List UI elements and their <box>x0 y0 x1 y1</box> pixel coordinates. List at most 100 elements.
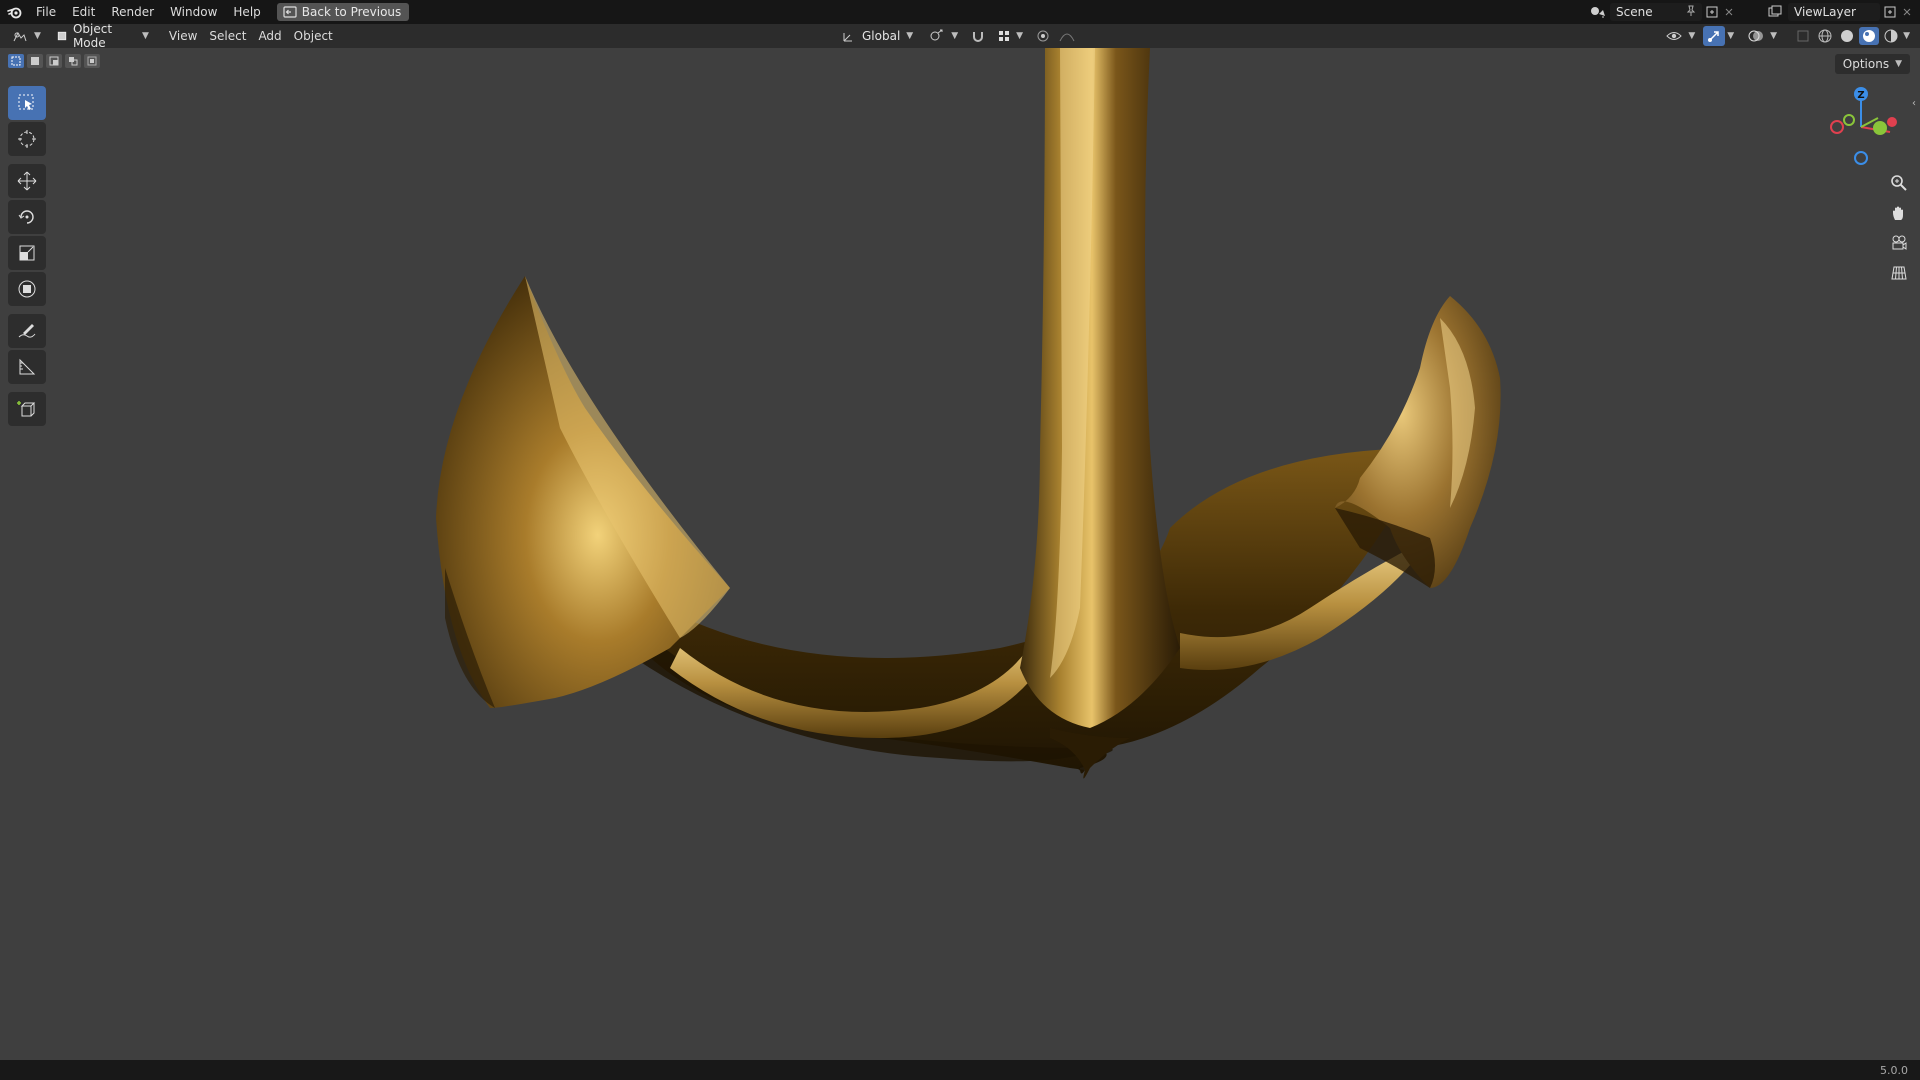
gizmo-icon <box>1708 31 1719 42</box>
add-cube-icon[interactable] <box>8 392 46 426</box>
pivot-icon <box>930 29 943 41</box>
move-icon[interactable] <box>8 164 46 198</box>
tool-shelf <box>8 86 46 428</box>
mode-difference-icon[interactable] <box>65 54 81 68</box>
editor-type-dropdown[interactable]: ▼ <box>6 26 47 46</box>
scene-name: Scene <box>1616 5 1653 19</box>
perspective-toggle-icon[interactable] <box>1886 260 1912 286</box>
pivot-point-dropdown[interactable]: ▼ <box>923 26 964 46</box>
falloff-icon[interactable] <box>1057 27 1077 45</box>
measure-icon[interactable] <box>8 350 46 384</box>
gizmo-neg-y-axis[interactable] <box>1843 114 1855 126</box>
gizmo-y-axis[interactable] <box>1873 121 1887 135</box>
pan-hand-icon[interactable] <box>1886 200 1912 226</box>
transform-tools: Global ▼ ▼ ▼ <box>836 26 1077 46</box>
gizmo-neg-x-axis[interactable] <box>1830 120 1844 134</box>
chevron-down-icon: ▼ <box>906 31 914 41</box>
material-preview-shading-icon[interactable] <box>1859 27 1880 45</box>
options-dropdown[interactable]: Options ▼ <box>1834 54 1910 74</box>
back-to-previous-button[interactable]: Back to Previous <box>276 3 410 21</box>
transform-orientation-label: Global <box>862 29 901 43</box>
editor-type-icon <box>13 31 27 42</box>
anchor-crown <box>600 448 1430 774</box>
menu-select[interactable]: Select <box>203 26 252 46</box>
overlay-icon <box>1748 30 1764 42</box>
object-mode-dropdown[interactable]: Object Mode ▼ <box>51 22 155 50</box>
scene-selector: Scene <box>1588 0 1736 24</box>
snap-target-dropdown[interactable]: ▼ <box>992 26 1029 46</box>
cursor-icon[interactable] <box>8 122 46 156</box>
menu-add[interactable]: Add <box>252 26 287 46</box>
delete-scene-icon[interactable] <box>1722 3 1736 21</box>
chevron-down-icon: ▼ <box>1895 59 1902 69</box>
menu-edit[interactable]: Edit <box>64 0 103 24</box>
menu-render[interactable]: Render <box>103 0 162 24</box>
version-label: 5.0.0 <box>1880 1063 1908 1077</box>
scene-type-icon[interactable] <box>1588 3 1608 21</box>
rotate-icon[interactable] <box>8 200 46 234</box>
chevron-down-icon: ▼ <box>1016 31 1024 41</box>
select-box-icon[interactable] <box>8 86 46 120</box>
menu-window[interactable]: Window <box>162 0 225 24</box>
gizmo-z-label: Z <box>1857 90 1864 101</box>
scale-icon[interactable] <box>8 236 46 270</box>
chevron-down-icon: ▼ <box>1688 31 1696 41</box>
viewport-nav-buttons <box>1886 170 1912 290</box>
camera-view-icon[interactable] <box>1886 230 1912 256</box>
viewlayer-name: ViewLayer <box>1794 5 1856 19</box>
viewlayer-name-field[interactable]: ViewLayer <box>1788 3 1880 21</box>
proportional-edit-icon[interactable] <box>1033 27 1053 45</box>
back-icon <box>283 6 297 18</box>
menu-file[interactable]: File <box>28 0 64 24</box>
transform-orientation-dropdown[interactable]: Global ▼ <box>836 26 919 46</box>
chevron-down-icon: ▼ <box>951 31 959 41</box>
new-viewlayer-icon[interactable] <box>1880 3 1900 21</box>
object-mode-label: Object Mode <box>72 22 113 50</box>
viewport-header: ▼ Object Mode ▼ View Select Add Object G… <box>0 22 1920 50</box>
mode-intersect-icon[interactable] <box>84 54 100 68</box>
object-mode-icon <box>57 31 67 41</box>
shading-options-chevron-icon[interactable]: ▼ <box>1903 31 1910 41</box>
solid-shading-icon[interactable] <box>1837 27 1857 45</box>
snap-grid-icon <box>999 31 1010 41</box>
gizmo-neg-z-axis[interactable] <box>1854 151 1868 165</box>
mode-extend-icon[interactable] <box>27 54 43 68</box>
delete-viewlayer-icon[interactable] <box>1900 3 1914 21</box>
mode-subtract-icon[interactable] <box>46 54 62 68</box>
visibility-dropdown[interactable]: ▼ <box>1660 26 1701 46</box>
snap-toggle-icon[interactable] <box>968 27 988 45</box>
menu-help[interactable]: Help <box>225 0 268 24</box>
zoom-icon[interactable] <box>1886 170 1912 196</box>
navigation-gizmo[interactable]: Z <box>1816 82 1906 172</box>
scene-name-field[interactable]: Scene <box>1610 3 1702 21</box>
select-mode-buttons <box>8 54 100 68</box>
anchor-shank <box>1020 48 1180 728</box>
xray-toggle-icon[interactable] <box>1793 27 1813 45</box>
wireframe-shading-icon[interactable] <box>1815 27 1835 45</box>
eye-icon <box>1666 32 1683 40</box>
3d-viewport[interactable]: Options ▼ Z ‹ <box>0 48 1920 1060</box>
mode-set-new-icon[interactable] <box>8 54 24 68</box>
viewlayer-type-icon[interactable] <box>1766 3 1786 21</box>
gizmo-x-axis[interactable] <box>1887 117 1897 127</box>
anchor-model[interactable] <box>0 48 1920 1060</box>
orientation-icon <box>843 33 852 42</box>
overlay-toggle[interactable]: ▼ <box>1742 26 1783 46</box>
menu-object[interactable]: Object <box>288 26 339 46</box>
new-scene-icon[interactable] <box>1702 3 1722 21</box>
sidebar-toggle-icon[interactable]: ‹ <box>1912 98 1920 118</box>
chevron-down-icon: ▼ <box>1770 31 1778 41</box>
transform-icon[interactable] <box>8 272 46 306</box>
rendered-shading-icon[interactable] <box>1881 27 1901 45</box>
blender-logo-icon[interactable] <box>2 0 28 24</box>
menu-view[interactable]: View <box>163 26 203 46</box>
gizmo-toggle[interactable] <box>1703 26 1726 46</box>
chevron-down-icon: ▼ <box>34 31 41 41</box>
back-to-previous-label: Back to Previous <box>301 5 402 19</box>
top-menu-bar: File Edit Render Window Help Back to Pre… <box>0 0 1920 24</box>
chevron-down-icon[interactable]: ▼ <box>1727 31 1734 41</box>
chevron-down-icon: ▼ <box>142 31 149 41</box>
pin-icon[interactable] <box>1686 5 1696 20</box>
annotate-icon[interactable] <box>8 314 46 348</box>
shading-controls: ▼ ▼ ▼ ▼ <box>1660 26 1910 46</box>
